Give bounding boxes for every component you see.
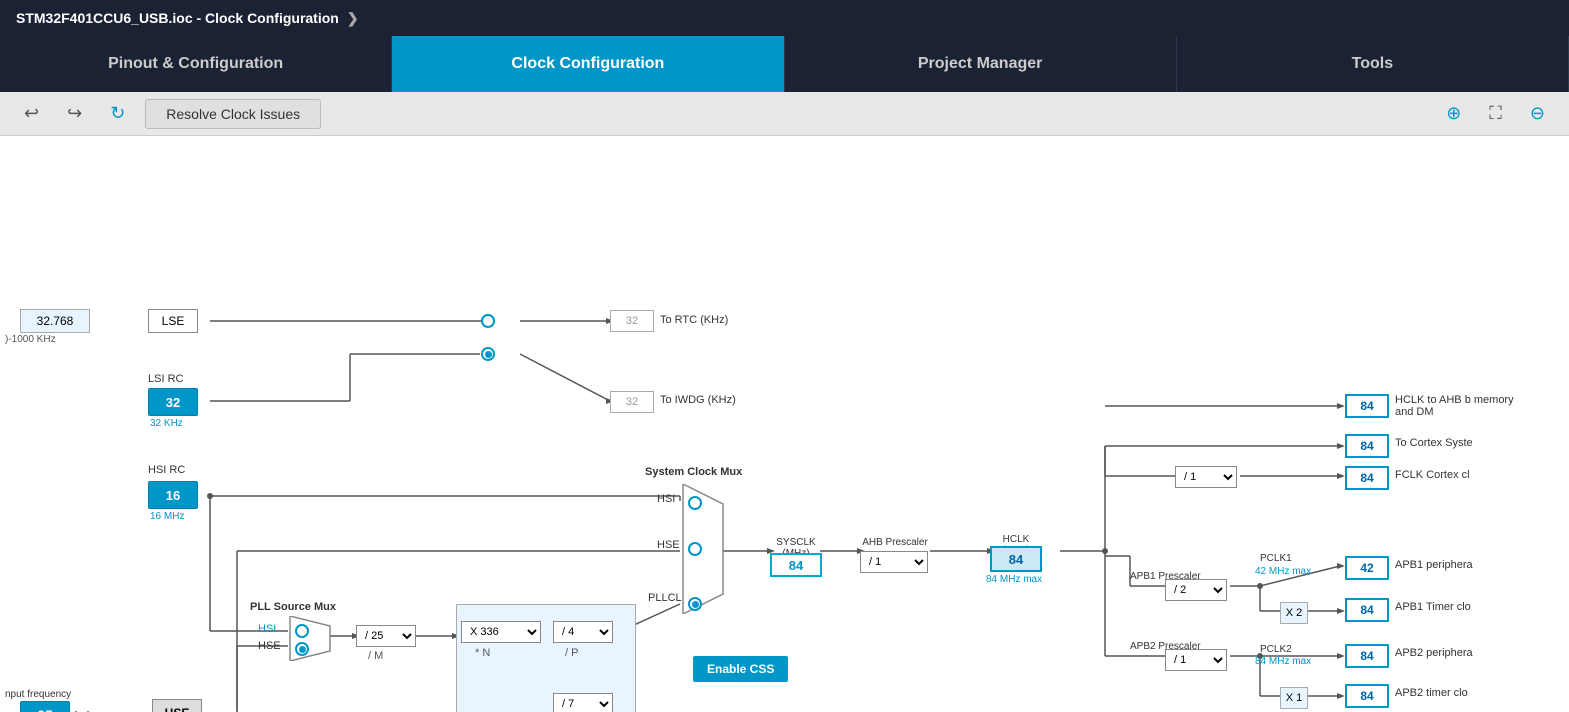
hclk-ahb-out-box: 84 [1345,394,1389,418]
pll-hse-radio[interactable] [295,642,309,656]
zoom-in-button[interactable]: ⊕ [1438,99,1469,128]
fclk-out-box: 84 [1345,466,1389,490]
pclk2-label: PCLK2 [1260,644,1292,655]
ahb-div-select[interactable]: / 1 [860,551,928,573]
pll-mux-hsi-label: HSI [258,623,276,635]
div-m-select[interactable]: / 25 [356,625,416,647]
apb2-timer-out-box: 84 [1345,684,1389,708]
mul-n-label: * N [475,647,490,659]
hsi-rc-label: HSI RC [148,464,185,476]
div-p-label: / P [565,647,578,659]
apb1-periph-out-box: 42 [1345,556,1389,580]
apb2-periph-out-box: 84 [1345,644,1389,668]
hsi-freq-label: 16 MHz [150,511,184,522]
tab-clock[interactable]: Clock Configuration [392,36,784,92]
pll-mux-hse-label: HSE [258,640,281,652]
main-pll-box: X 336 * N / 4 / P / 7 / Q [456,604,636,712]
hse-box: HSE [152,699,202,712]
title-chevron: ❯ [347,10,359,27]
pll-source-mux-label: PLL Source Mux [250,601,336,613]
apb2-periph-label: APB2 periphera [1395,647,1473,659]
lse-radio[interactable] [481,314,495,328]
tab-bar: Pinout & Configuration Clock Configurati… [0,36,1569,92]
iwdg-label: To IWDG (KHz) [660,394,736,406]
tab-pinout[interactable]: Pinout & Configuration [0,36,392,92]
rtc-freq-box: 32 [610,310,654,332]
pclk1-max-label: 42 MHz max [1255,566,1311,577]
sysclk-mux-hse-label: HSE [657,539,680,551]
rtc-label: To RTC (KHz) [660,314,728,326]
ahb-prescaler-label: AHB Prescaler [860,537,930,548]
zoom-out-button[interactable]: ⊖ [1522,99,1553,128]
pll-hsi-radio[interactable] [295,624,309,638]
div-p-select[interactable]: / 4 [553,621,613,643]
refresh-button[interactable]: ↻ [102,99,133,128]
apb1-timer-mul-box: X 2 [1280,602,1308,624]
lse-freq-box: 32.768 [20,309,90,333]
div-q-select[interactable]: / 7 [553,693,613,712]
sysclk-pll-radio[interactable] [688,597,702,611]
hclk-max-label: 84 MHz max [986,574,1042,585]
sysclk-value-box[interactable]: 84 [770,553,822,577]
tab-tools[interactable]: Tools [1177,36,1569,92]
lsi-rc-label: LSI RC [148,373,183,385]
apb1-periph-label: APB1 periphera [1395,559,1473,571]
lsi-value-box[interactable]: 32 [148,388,198,416]
lse-range-label: )-1000 KHz [5,334,56,345]
lse-box: LSE [148,309,198,333]
apb2-timer-mul-box: X 1 [1280,687,1308,709]
mul-n-select[interactable]: X 336 [461,621,541,643]
diagram-lines [0,136,1569,712]
pclk1-label: PCLK1 [1260,553,1292,564]
undo-button[interactable]: ↩ [16,99,47,128]
sysclk-hsi-radio[interactable] [688,496,702,510]
hse-input-label: nput frequency [5,689,71,700]
sysclk-mux-svg [678,484,728,614]
hclk-ahb-label: HCLK to AHB b memory and DM [1395,394,1515,418]
apb2-timer-label: APB2 timer clo [1395,687,1468,699]
cortex-sys-out-box: 84 [1345,434,1389,458]
title-text: STM32F401CCU6_USB.ioc - Clock Configurat… [16,10,339,26]
enable-css-button[interactable]: Enable CSS [693,656,788,682]
cortex-sys-label: To Cortex Syste [1395,437,1473,449]
hse-arrows: ▶▶ [75,706,100,712]
lsi-freq-label: 32 KHz [150,418,183,429]
fit-button[interactable]: ⛶ [1481,99,1510,128]
hse-freq-box[interactable]: 25 [20,701,70,712]
pll-source-mux-svg [285,616,335,661]
lsi-radio[interactable] [481,347,495,361]
div-m-label: / M [368,650,383,662]
tab-project[interactable]: Project Manager [785,36,1177,92]
hclk-value-box[interactable]: 84 [990,546,1042,572]
apb1-timer-label: APB1 Timer clo [1395,601,1471,613]
redo-button[interactable]: ↪ [59,99,90,128]
toolbar: ↩ ↪ ↻ Resolve Clock Issues ⊕ ⛶ ⊖ [0,92,1569,136]
sysclk-hse-radio[interactable] [688,542,702,556]
resolve-clock-button[interactable]: Resolve Clock Issues [145,99,321,129]
cortex-div-select[interactable]: / 1 [1175,466,1237,488]
sysclk-mux-hsi-label: HSI [657,493,675,505]
iwdg-freq-box: 32 [610,391,654,413]
title-bar: STM32F401CCU6_USB.ioc - Clock Configurat… [0,0,1569,36]
apb1-timer-out-box: 84 [1345,598,1389,622]
sysclk-mux-label: System Clock Mux [645,466,742,478]
pclk2-max-label: 84 MHz max [1255,656,1311,667]
fclk-label: FCLK Cortex cl [1395,469,1470,481]
hsi-value-box[interactable]: 16 [148,481,198,509]
apb2-div-select[interactable]: / 1 [1165,649,1227,671]
clock-canvas: 32.768 )-1000 KHz LSE LSI RC 32 32 KHz H… [0,136,1569,712]
apb1-div-select[interactable]: / 2 [1165,579,1227,601]
